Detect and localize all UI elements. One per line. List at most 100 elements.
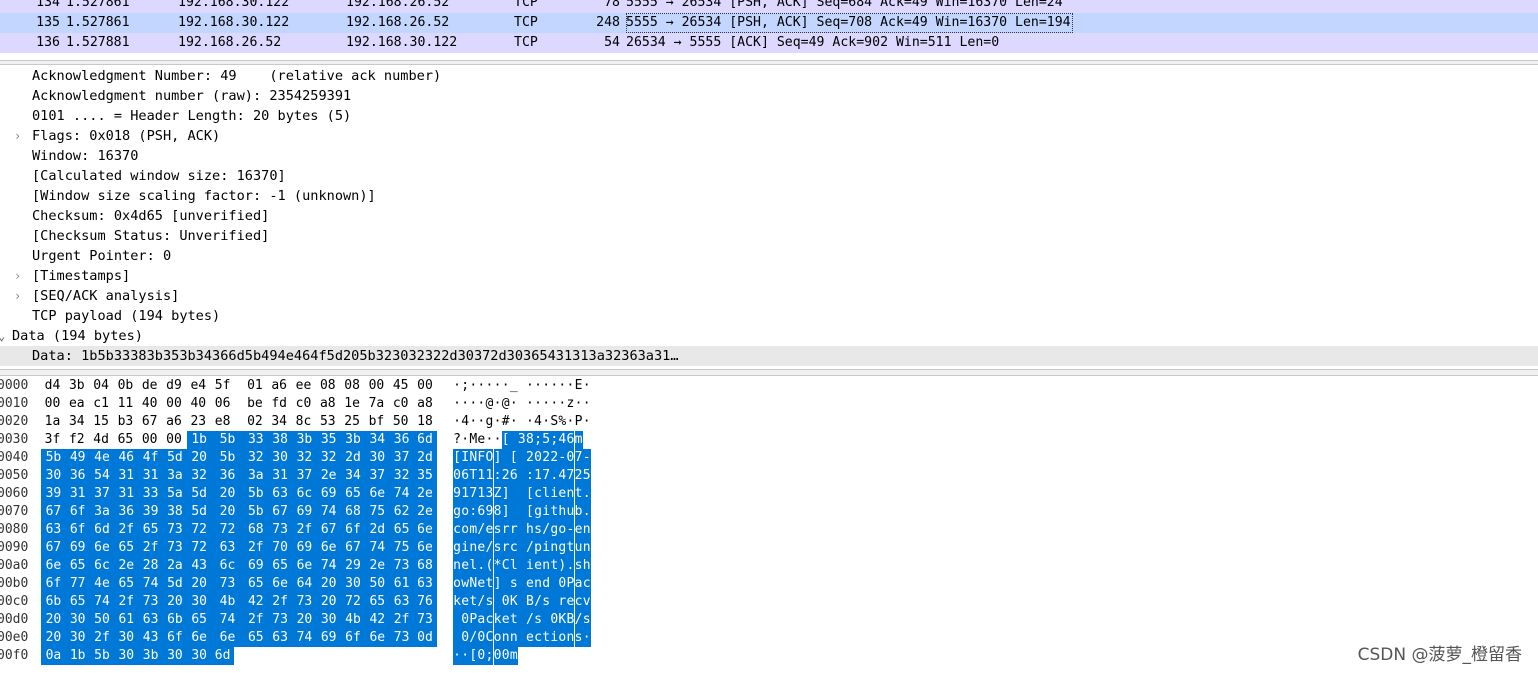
ascii-char[interactable]: · <box>469 377 477 395</box>
hex-byte[interactable]: 30 <box>186 593 212 611</box>
hex-byte[interactable]: 67 <box>41 503 66 521</box>
ascii-char[interactable]: n <box>501 629 510 647</box>
ascii-char[interactable]: · <box>469 413 477 431</box>
ascii-char[interactable]: 8 <box>493 503 502 521</box>
hex-byte[interactable]: 0b <box>114 377 137 395</box>
hex-byte[interactable]: 8c <box>292 413 315 431</box>
hex-byte[interactable]: 5d <box>186 503 212 521</box>
ascii-char[interactable]: s <box>493 521 502 539</box>
hex-byte[interactable]: 1a <box>41 413 64 431</box>
ascii-char[interactable] <box>517 611 526 629</box>
hex-byte[interactable]: 76 <box>413 593 437 611</box>
hex-byte[interactable]: 2f <box>389 611 414 629</box>
hex-byte[interactable]: 20 <box>41 629 66 647</box>
hex-byte[interactable]: c0 <box>292 395 315 413</box>
hex-byte[interactable]: 38 <box>267 431 293 449</box>
hex-byte[interactable]: 65 <box>65 593 91 611</box>
hex-byte[interactable]: 31 <box>113 485 139 503</box>
ascii-char[interactable]: * <box>493 557 502 575</box>
ascii-char[interactable] <box>509 485 518 503</box>
hex-byte[interactable]: 6e <box>41 557 66 575</box>
packet-row[interactable]: 136 1.527881 192.168.26.52 192.168.30.122 TC… <box>0 33 1538 53</box>
ascii-char[interactable]: h <box>558 503 567 521</box>
ascii-char[interactable]: E <box>575 377 583 395</box>
ascii-char[interactable]: u <box>566 503 575 521</box>
packet-details-tree[interactable]: Acknowledgment Number: 49 (relative ack … <box>0 66 1538 368</box>
hex-byte[interactable]: 63 <box>211 539 244 557</box>
hex-byte[interactable]: 30 <box>364 449 390 467</box>
hex-byte[interactable]: 69 <box>292 503 317 521</box>
ascii-char[interactable]: a <box>477 611 486 629</box>
ascii-char[interactable]: s <box>582 611 591 629</box>
ascii-char[interactable]: 6 <box>461 467 470 485</box>
ascii-char[interactable]: g <box>485 413 494 431</box>
hex-byte[interactable]: 50 <box>89 611 115 629</box>
ascii-char[interactable]: e <box>461 557 470 575</box>
hex-byte[interactable]: 36 <box>389 431 414 449</box>
ascii-char[interactable]: l <box>509 557 518 575</box>
ascii-char[interactable]: r <box>501 521 510 539</box>
hex-byte[interactable]: 20 <box>186 449 212 467</box>
ascii-char[interactable] <box>550 593 559 611</box>
ascii-char[interactable]: F <box>477 449 486 467</box>
ascii-char[interactable]: i <box>550 485 559 503</box>
ascii-char[interactable]: n <box>550 539 559 557</box>
hex-byte[interactable]: 6e <box>89 539 115 557</box>
hex-byte[interactable]: 73 <box>389 557 414 575</box>
hex-byte[interactable]: 37 <box>364 467 390 485</box>
hex-byte[interactable]: 4b <box>211 593 244 611</box>
ascii-char[interactable]: · <box>510 395 518 413</box>
ascii-char[interactable]: N <box>469 575 478 593</box>
ascii-char[interactable]: 0 <box>477 647 486 665</box>
ascii-char[interactable] <box>517 485 526 503</box>
ascii-char[interactable]: c <box>574 593 583 611</box>
hex-byte[interactable]: 73 <box>162 539 188 557</box>
hex-byte[interactable]: 63 <box>267 485 293 503</box>
hex-byte[interactable]: 73 <box>267 611 293 629</box>
ascii-char[interactable]: c <box>534 629 543 647</box>
ascii-char[interactable]: ] <box>501 503 510 521</box>
ascii-char[interactable]: C <box>485 629 494 647</box>
ascii-char[interactable]: 3 <box>485 485 494 503</box>
hex-byte[interactable]: 1e <box>341 395 364 413</box>
hex-byte[interactable]: 67 <box>41 539 66 557</box>
ascii-char[interactable] <box>517 539 526 557</box>
hex-byte[interactable]: 65 <box>186 611 212 629</box>
hex-byte[interactable]: 6f <box>41 575 66 593</box>
ascii-char[interactable]: r <box>509 521 518 539</box>
ascii-char[interactable]: · <box>542 395 550 413</box>
ascii-char[interactable]: · <box>502 377 510 395</box>
ascii-char[interactable]: 0 <box>477 629 486 647</box>
ascii-char[interactable] <box>542 611 551 629</box>
hex-byte[interactable]: 67 <box>340 539 366 557</box>
hex-byte[interactable]: 02 <box>243 413 266 431</box>
detail-row[interactable]: Acknowledgment Number: 49 (relative ack … <box>0 66 1538 86</box>
ascii-char[interactable]: t <box>550 557 559 575</box>
hex-byte[interactable]: 2e <box>316 467 342 485</box>
hex-byte[interactable]: 61 <box>389 575 414 593</box>
ascii-char[interactable]: · <box>453 377 461 395</box>
ascii-char[interactable]: ( <box>485 557 494 575</box>
hex-byte[interactable]: 2e <box>113 557 139 575</box>
hex-byte[interactable]: 4d <box>90 431 113 449</box>
ascii-char[interactable]: o <box>453 575 462 593</box>
ascii-char[interactable]: · <box>494 377 502 395</box>
packet-list[interactable]: 134 1.527861 192.168.30.122 192.168.26.52 TC… <box>0 0 1538 60</box>
hex-byte[interactable]: 5b <box>211 449 244 467</box>
hex-byte[interactable]: 65 <box>113 575 139 593</box>
detail-row[interactable]: [Calculated window size: 16370] <box>0 166 1538 186</box>
hex-byte[interactable]: 31 <box>267 467 293 485</box>
ascii-char[interactable]: 7 <box>469 485 478 503</box>
ascii-char[interactable]: g <box>550 521 559 539</box>
ascii-char[interactable]: / <box>525 539 534 557</box>
hex-byte[interactable]: 6c <box>292 485 317 503</box>
hex-byte[interactable]: 5d <box>162 449 188 467</box>
hex-byte[interactable]: be <box>243 395 266 413</box>
ascii-char[interactable]: · <box>575 395 583 413</box>
ascii-char[interactable]: · <box>550 377 558 395</box>
hex-byte[interactable]: 65 <box>65 557 91 575</box>
hex-byte[interactable]: 20 <box>211 503 244 521</box>
hex-byte[interactable]: 2f <box>292 521 317 539</box>
ascii-char[interactable]: t <box>550 503 559 521</box>
hex-byte[interactable]: 30 <box>340 575 366 593</box>
